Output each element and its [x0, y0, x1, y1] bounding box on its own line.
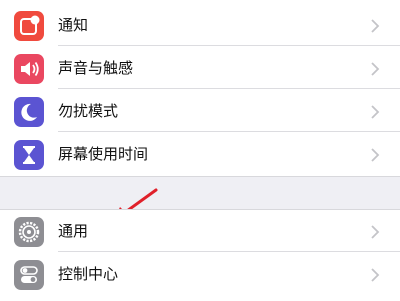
- chevron-right-icon: [371, 268, 380, 282]
- settings-row-label: 勿扰模式: [58, 102, 119, 120]
- control-center-toggles-icon: [14, 260, 44, 290]
- sounds-haptics-icon: [14, 54, 44, 84]
- row-divider: [58, 88, 400, 89]
- chevron-right-icon: [371, 19, 380, 33]
- general-gear-icon: [14, 217, 44, 247]
- settings-row-label: 声音与触感: [58, 59, 134, 77]
- row-divider: [58, 45, 400, 46]
- settings-row-label: 通知: [58, 16, 89, 34]
- settings-row-label: 通用: [58, 222, 89, 240]
- settings-row-do-not-disturb[interactable]: 勿扰模式: [0, 90, 400, 132]
- chevron-right-icon: [371, 148, 380, 162]
- settings-row-general[interactable]: 通用: [0, 210, 400, 252]
- chevron-right-icon: [371, 225, 380, 239]
- screen-time-hourglass-icon: [14, 140, 44, 170]
- chevron-right-icon: [371, 105, 380, 119]
- do-not-disturb-moon-icon: [14, 97, 44, 127]
- row-divider: [58, 251, 400, 252]
- settings-row-label: 控制中心: [58, 265, 119, 283]
- notifications-icon: [14, 11, 44, 41]
- chevron-right-icon: [371, 62, 380, 76]
- settings-row-screen-time[interactable]: 屏幕使用时间: [0, 133, 400, 175]
- settings-group-1: 通知 声音与触感 勿扰模式 屏幕使用时间: [0, 4, 400, 177]
- settings-row-notifications[interactable]: 通知: [0, 4, 400, 46]
- row-divider: [58, 131, 400, 132]
- settings-group-2: 通用 控制中心: [0, 209, 400, 301]
- settings-row-control-center[interactable]: 控制中心: [0, 253, 400, 295]
- settings-row-sounds-haptics[interactable]: 声音与触感: [0, 47, 400, 89]
- settings-row-label: 屏幕使用时间: [58, 145, 149, 163]
